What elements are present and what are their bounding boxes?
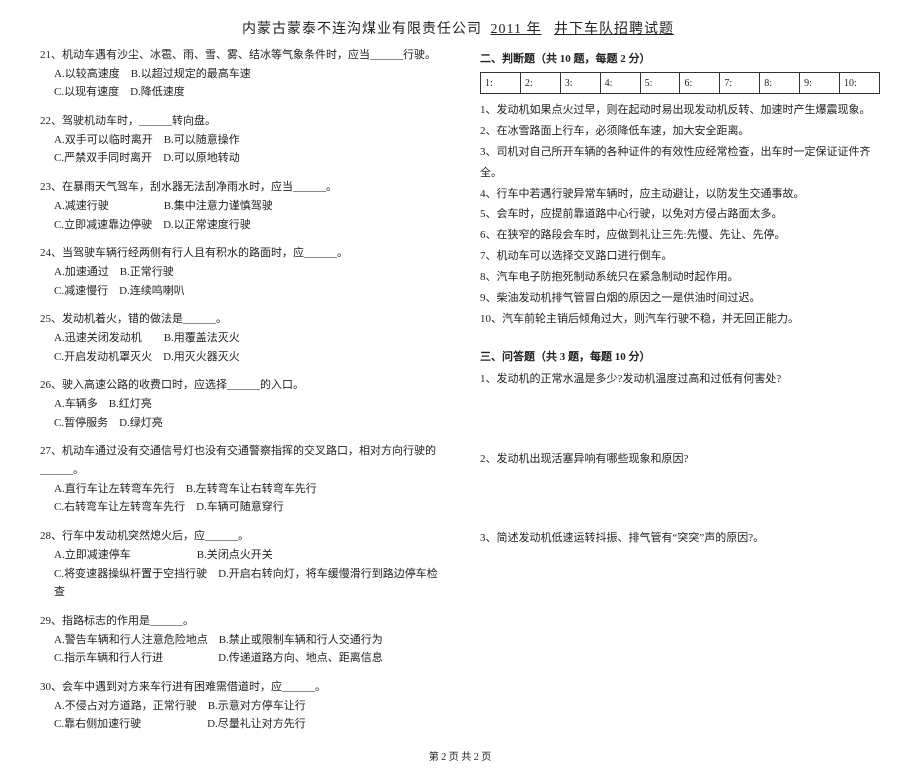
question-27: 27、机动车通过没有交通信号灯也没有交通警察指挥的交叉路口，相对方向行驶的___… (40, 442, 440, 517)
q29-stem: 29、指路标志的作用是______。 (40, 612, 440, 631)
tf-item-3: 3、司机对自己所开车辆的各种证件的有效性应经常检查，出车时一定保证证件齐全。 (480, 142, 880, 184)
q26-options: A.车辆多 B.红灯亮 C.暂停服务 D.绿灯亮 (40, 395, 440, 432)
q29-options: A.警告车辆和行人注意危险地点 B.禁止或限制车辆和行人交通行为 C.指示车辆和… (40, 631, 440, 668)
q25-options: A.迅速关闭发动机 B.用覆盖法灭火 C.开启发动机罩灭火 D.用灭火器灭火 (40, 329, 440, 366)
tf-cell-4[interactable]: 4: (600, 73, 640, 94)
tf-item-4: 4、行车中若遇行驶异常车辆时，应主动避让，以防发生交通事故。 (480, 184, 880, 205)
section-3-heading: 三、问答题（共 3 题，每题 10 分） (480, 348, 880, 364)
tf-item-5: 5、会车时，应提前靠道路中心行驶，以免对方侵占路面太多。 (480, 204, 880, 225)
title-company: 内蒙古蒙泰不连沟煤业有限责任公司 (242, 22, 482, 37)
q28-options: A.立即减速停车 B.关闭点火开关 C.将变速器操纵杆置于空挡行驶 D.开启右转… (40, 546, 440, 602)
tf-item-7: 7、机动车可以选择交叉路口进行倒车。 (480, 246, 880, 267)
tf-item-2: 2、在冰雪路面上行车，必须降低车速，加大安全距离。 (480, 121, 880, 142)
q23-stem: 23、在暴雨天气驾车，刮水器无法刮净雨水时，应当______。 (40, 178, 440, 197)
tf-cell-8[interactable]: 8: (760, 73, 800, 94)
content-columns: 21、机动车遇有沙尘、冰雹、雨、雪、雾、结冰等气象条件时，应当______行驶。… (40, 46, 880, 744)
tf-cell-1[interactable]: 1: (481, 73, 521, 94)
q30-options: A.不侵占对方道路，正常行驶 B.示意对方停车让行 C.靠右侧加速行驶 D.尽量… (40, 697, 440, 734)
tf-cell-6[interactable]: 6: (680, 73, 720, 94)
question-28: 28、行车中发动机突然熄火后，应______。 A.立即减速停车 B.关闭点火开… (40, 527, 440, 602)
tf-item-1: 1、发动机如果点火过早，则在起动时易出现发动机反转、加速时产生爆震现象。 (480, 100, 880, 121)
tf-item-9: 9、柴油发动机排气管冒白烟的原因之一是供油时间过迟。 (480, 288, 880, 309)
essay-q1: 1、发动机的正常水温是多少?发动机温度过高和过低有何害处? (480, 370, 880, 390)
question-23: 23、在暴雨天气驾车，刮水器无法刮净雨水时，应当______。 A.减速行驶 B… (40, 178, 440, 234)
question-29: 29、指路标志的作用是______。 A.警告车辆和行人注意危险地点 B.禁止或… (40, 612, 440, 668)
q28-stem: 28、行车中发动机突然熄火后，应______。 (40, 527, 440, 546)
tf-item-8: 8、汽车电子防抱死制动系统只在紧急制动时起作用。 (480, 267, 880, 288)
tf-item-10: 10、汽车前轮主销后倾角过大，则汽车行驶不稳，并无回正能力。 (480, 309, 880, 330)
tf-cell-3[interactable]: 3: (560, 73, 600, 94)
title-exam: 井下车队招聘试题 (550, 22, 678, 37)
right-column: 二、判断题（共 10 题，每题 2 分） 1: 2: 3: 4: 5: 6: 7… (480, 46, 880, 744)
tf-item-6: 6、在狭窄的路段会车时，应做到礼让三先:先慢、先让、先停。 (480, 225, 880, 246)
left-column: 21、机动车遇有沙尘、冰雹、雨、雪、雾、结冰等气象条件时，应当______行驶。… (40, 46, 440, 744)
section-2-heading: 二、判断题（共 10 题，每题 2 分） (480, 50, 880, 66)
q27-stem: 27、机动车通过没有交通信号灯也没有交通警察指挥的交叉路口，相对方向行驶的___… (40, 442, 440, 479)
q25-stem: 25、发动机着火，错的做法是______。 (40, 310, 440, 329)
tf-cell-5[interactable]: 5: (640, 73, 680, 94)
true-false-questions: 1、发动机如果点火过早，则在起动时易出现发动机反转、加速时产生爆震现象。 2、在… (480, 100, 880, 330)
q27-options: A.直行车让左转弯车先行 B.左转弯车让右转弯车先行 C.右转弯车让左转弯车先行… (40, 480, 440, 517)
essay-questions: 1、发动机的正常水温是多少?发动机温度过高和过低有何害处? 2、发动机出现活塞异… (480, 370, 880, 549)
question-24: 24、当驾驶车辆行经两侧有行人且有积水的路面时，应______。 A.加速通过 … (40, 244, 440, 300)
question-25: 25、发动机着火，错的做法是______。 A.迅速关闭发动机 B.用覆盖法灭火… (40, 310, 440, 366)
tf-cell-10[interactable]: 10: (840, 73, 880, 94)
essay-q2: 2、发动机出现活塞异响有哪些现象和原因? (480, 450, 880, 470)
q21-stem: 21、机动车遇有沙尘、冰雹、雨、雪、雾、结冰等气象条件时，应当______行驶。 (40, 46, 440, 65)
q23-options: A.减速行驶 B.集中注意力谨慎驾驶 C.立即减速靠边停驶 D.以正常速度行驶 (40, 197, 440, 234)
question-26: 26、驶入高速公路的收费口时，应选择______的入口。 A.车辆多 B.红灯亮… (40, 376, 440, 432)
q24-stem: 24、当驾驶车辆行经两侧有行人且有积水的路面时，应______。 (40, 244, 440, 263)
tf-cell-7[interactable]: 7: (720, 73, 760, 94)
q22-options: A.双手可以临时离开 B.可以随意操作 C.严禁双手同时离开 D.可以原地转动 (40, 131, 440, 168)
q26-stem: 26、驶入高速公路的收费口时，应选择______的入口。 (40, 376, 440, 395)
q22-stem: 22、驾驶机动车时，______转向盘。 (40, 112, 440, 131)
q30-stem: 30、会车中遇到对方来车行进有困难需借道时，应______。 (40, 678, 440, 697)
question-22: 22、驾驶机动车时，______转向盘。 A.双手可以临时离开 B.可以随意操作… (40, 112, 440, 168)
page-footer: 第 2 页 共 2 页 (40, 748, 880, 763)
q24-options: A.加速通过 B.正常行驶 C.减速慢行 D.连续鸣喇叭 (40, 263, 440, 300)
tf-cell-9[interactable]: 9: (800, 73, 840, 94)
essay-q3: 3、简述发动机低速运转抖振、排气管有“突突”声的原因?。 (480, 529, 880, 549)
tf-cell-2[interactable]: 2: (520, 73, 560, 94)
title-year: 2011 年 (487, 22, 546, 37)
table-row: 1: 2: 3: 4: 5: 6: 7: 8: 9: 10: (481, 73, 880, 94)
page-title: 内蒙古蒙泰不连沟煤业有限责任公司 2011 年 井下车队招聘试题 (40, 18, 880, 38)
question-30: 30、会车中遇到对方来车行进有困难需借道时，应______。 A.不侵占对方道路… (40, 678, 440, 734)
q21-options: A.以较高速度 B.以超过规定的最高车速 C.以现有速度 D.降低速度 (40, 65, 440, 102)
question-21: 21、机动车遇有沙尘、冰雹、雨、雪、雾、结冰等气象条件时，应当______行驶。… (40, 46, 440, 102)
true-false-answer-table: 1: 2: 3: 4: 5: 6: 7: 8: 9: 10: (480, 72, 880, 94)
